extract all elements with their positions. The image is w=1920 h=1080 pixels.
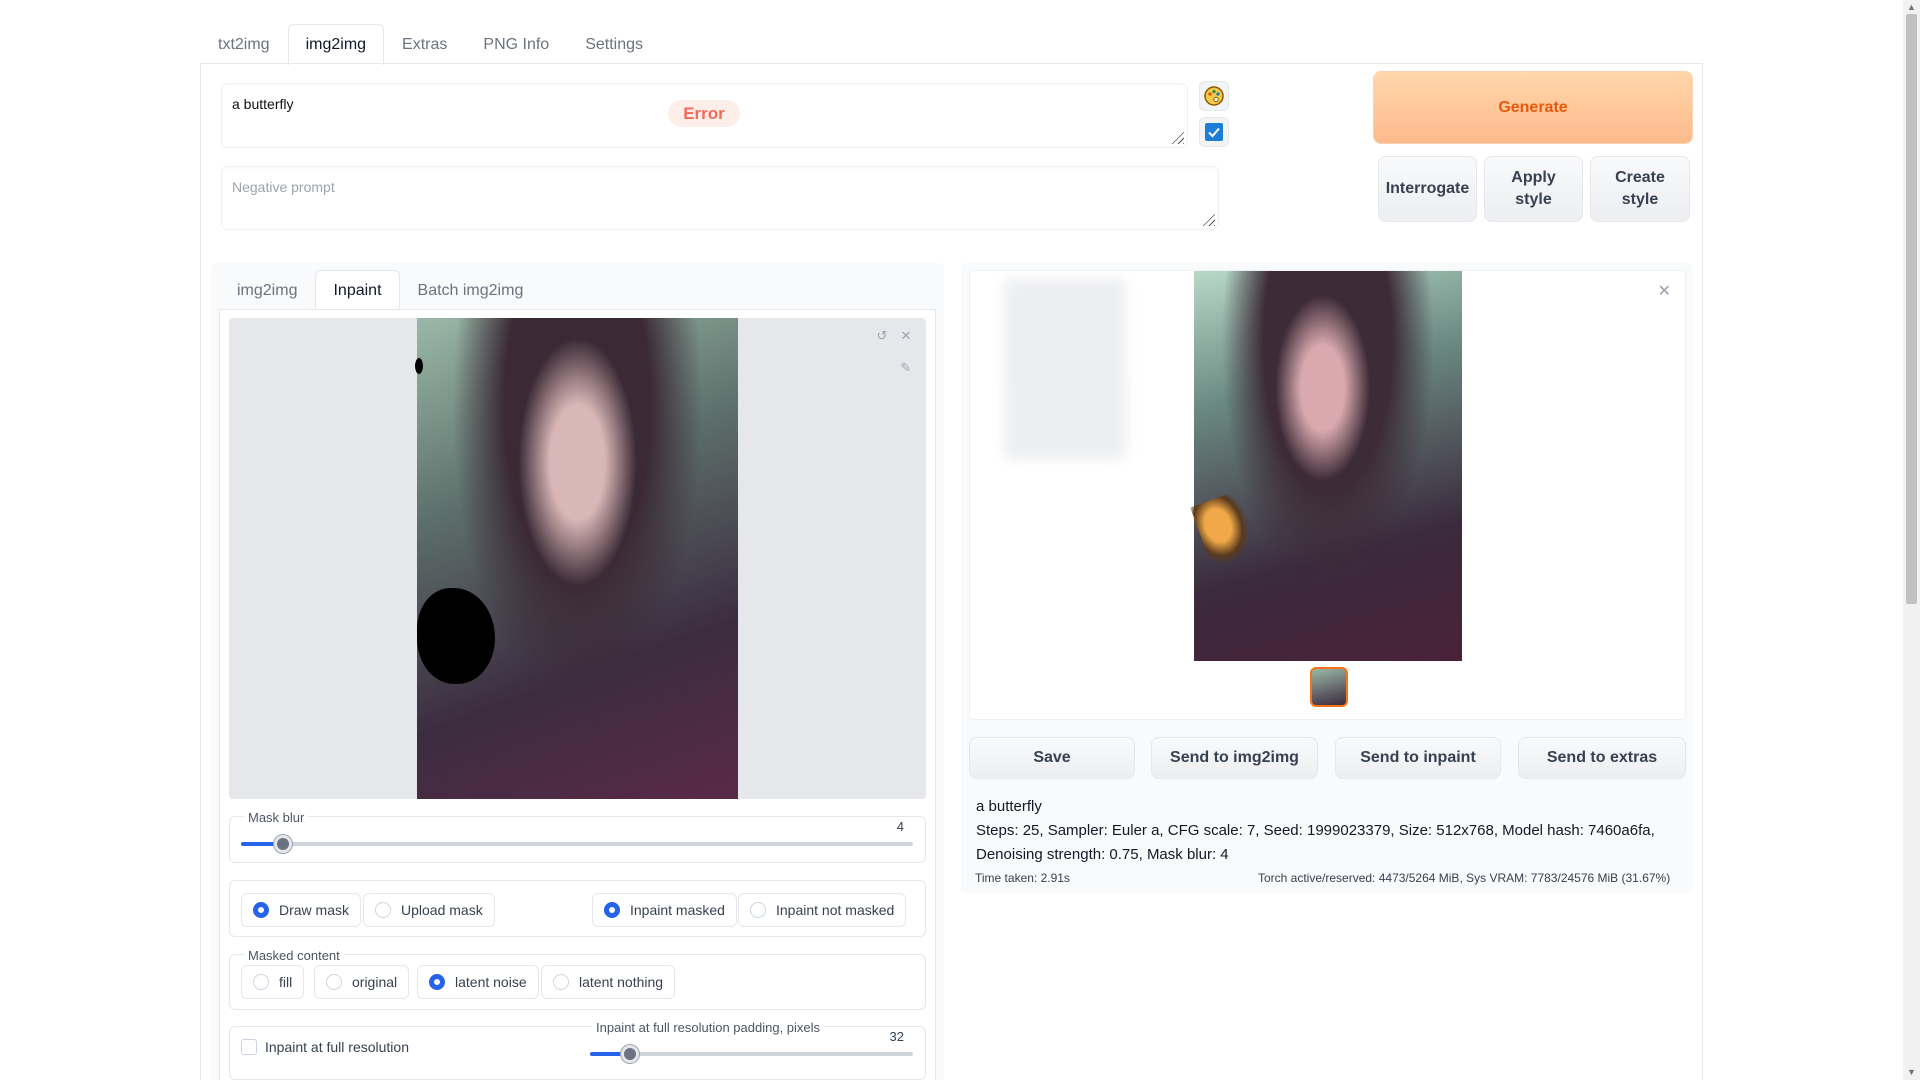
gallery-close-button[interactable]: ✕ — [1658, 281, 1671, 301]
radio-dot — [750, 902, 766, 918]
generate-button[interactable]: Generate — [1373, 71, 1693, 144]
close-icon: ✕ — [1657, 283, 1671, 300]
create-style-button[interactable]: Create style — [1590, 156, 1690, 222]
info-params-line2: Denoising strength: 0.75, Mask blur: 4 — [976, 846, 1229, 863]
radio-draw-mask[interactable]: Draw mask — [241, 893, 362, 927]
radio-fill[interactable]: fill — [241, 965, 305, 999]
radio-inpaint-masked[interactable]: Inpaint masked — [592, 893, 737, 927]
radio-label: latent nothing — [579, 974, 664, 990]
result-thumbnail[interactable] — [1310, 667, 1348, 707]
radio-inpaint-not-masked[interactable]: Inpaint not masked — [738, 893, 907, 927]
brush-icon: ✎ — [900, 360, 912, 375]
save-button[interactable]: Save — [969, 737, 1135, 779]
mask-blur-track[interactable] — [241, 842, 913, 846]
mask-blur-block — [229, 816, 926, 863]
inpaint-canvas[interactable]: ↺ ✕ ✎ — [229, 318, 926, 799]
tab-extras[interactable]: Extras — [384, 24, 465, 64]
radio-dot — [604, 902, 620, 918]
checkbox-icon — [1205, 123, 1223, 141]
undo-button[interactable]: ↺ — [872, 326, 892, 346]
tab-sub-img2img[interactable]: img2img — [219, 270, 315, 310]
tab-img2img[interactable]: img2img — [287, 24, 385, 65]
radio-dot — [375, 902, 391, 918]
radio-dot — [553, 974, 569, 990]
app-root: txt2img img2img Extras PNG Info Settings… — [0, 0, 1920, 1080]
scroll-down-icon[interactable]: ▼ — [1906, 1066, 1917, 1078]
full-res-checkbox[interactable] — [241, 1039, 257, 1055]
page-scrollbar[interactable]: ▲ ▼ — [1903, 0, 1920, 1080]
radio-dot — [253, 902, 269, 918]
tab-settings[interactable]: Settings — [567, 24, 661, 64]
radio-label: Inpaint masked — [630, 902, 725, 918]
negative-prompt-input[interactable] — [221, 166, 1219, 230]
mask-blur-slider[interactable] — [274, 835, 292, 853]
send-to-extras-button[interactable]: Send to extras — [1518, 737, 1686, 779]
radio-latent-nothing[interactable]: latent nothing — [541, 965, 676, 999]
radio-label: fill — [279, 974, 293, 990]
radio-upload-mask[interactable]: Upload mask — [363, 893, 495, 927]
tab-batch-img2img[interactable]: Batch img2img — [400, 270, 542, 310]
radio-label: Draw mask — [279, 902, 350, 918]
mask-stroke — [417, 588, 495, 684]
result-image[interactable] — [1190, 271, 1462, 661]
send-to-inpaint-button[interactable]: Send to inpaint — [1335, 737, 1501, 779]
butterfly — [1190, 490, 1260, 570]
tab-inpaint[interactable]: Inpaint — [315, 270, 400, 311]
palette-icon — [1204, 86, 1224, 106]
apply-style-button[interactable]: Apply style — [1484, 156, 1583, 222]
mask-stroke — [415, 358, 423, 374]
gallery-preview-background — [1004, 279, 1126, 459]
interrogate-button[interactable]: Interrogate — [1378, 156, 1477, 222]
padding-label: Inpaint at full resolution padding, pixe… — [592, 1020, 825, 1035]
masked-content-label: Masked content — [244, 948, 344, 963]
padding-value[interactable]: 32 — [864, 1029, 904, 1044]
radio-dot — [326, 974, 342, 990]
output-gallery: ✕ — [969, 270, 1686, 720]
scroll-up-icon[interactable]: ▲ — [1906, 1, 1917, 13]
error-badge: Error — [668, 100, 740, 127]
send-to-img2img-button[interactable]: Send to img2img — [1151, 737, 1318, 779]
full-res-label: Inpaint at full resolution — [265, 1039, 409, 1055]
tab-txt2img[interactable]: txt2img — [200, 24, 288, 64]
info-params-line1: Steps: 25, Sampler: Euler a, CFG scale: … — [976, 822, 1655, 839]
source-image — [415, 318, 738, 799]
tab-png-info[interactable]: PNG Info — [465, 24, 567, 64]
info-prompt: a butterfly — [976, 798, 1042, 815]
mask-blur-value[interactable]: 4 — [864, 819, 904, 834]
img2img-sub-tabs: img2img Inpaint Batch img2img — [219, 270, 542, 311]
radio-label: Inpaint not masked — [776, 902, 895, 918]
radio-label: original — [352, 974, 398, 990]
radio-label: latent noise — [455, 974, 527, 990]
info-time-taken: Time taken: 2.91s — [975, 871, 1070, 885]
top-tabs: txt2img img2img Extras PNG Info Settings — [200, 24, 661, 65]
undo-icon: ↺ — [876, 328, 888, 343]
radio-original[interactable]: original — [314, 965, 410, 999]
brush-button[interactable]: ✎ — [896, 358, 916, 378]
check-button[interactable] — [1199, 117, 1229, 147]
paint-button[interactable] — [1199, 81, 1229, 111]
radio-dot — [429, 974, 445, 990]
close-icon: ✕ — [900, 328, 912, 343]
radio-latent-noise[interactable]: latent noise — [417, 965, 539, 999]
radio-dot — [253, 974, 269, 990]
mask-blur-label: Mask blur — [244, 810, 309, 825]
radio-label: Upload mask — [401, 902, 483, 918]
clear-button[interactable]: ✕ — [896, 326, 916, 346]
info-vram: Torch active/reserved: 4473/5264 MiB, Sy… — [1258, 871, 1671, 885]
scrollbar-thumb[interactable] — [1906, 14, 1917, 604]
